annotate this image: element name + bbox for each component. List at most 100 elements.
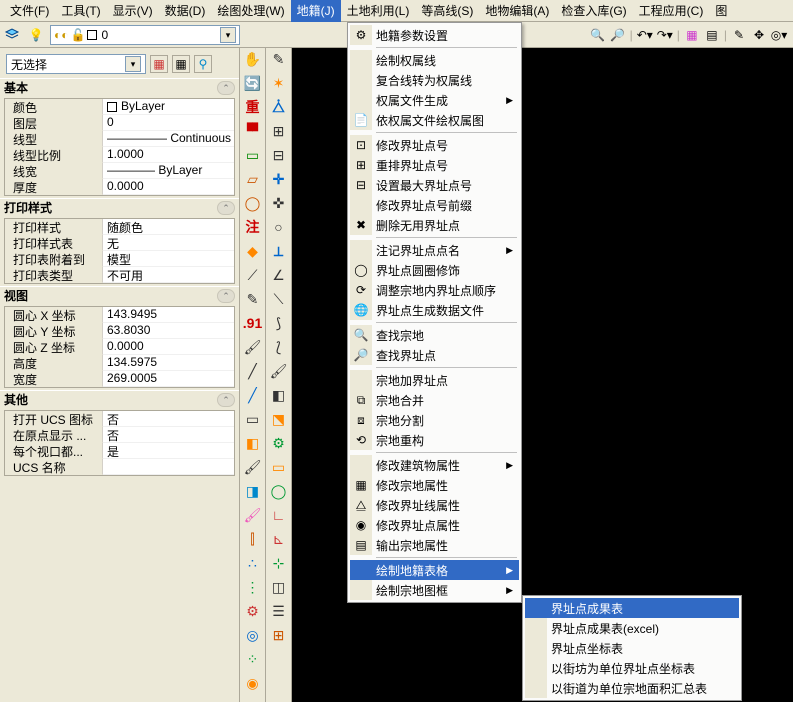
- property-value[interactable]: 0: [103, 115, 234, 131]
- shape2-icon[interactable]: ⬔: [270, 410, 288, 428]
- grid-icon[interactable]: ▤: [704, 27, 720, 43]
- select-objects-icon[interactable]: ▦: [172, 55, 190, 73]
- menu-item[interactable]: 📄依权属文件绘权属图: [350, 110, 519, 130]
- menu-item[interactable]: ⧈宗地分割: [350, 410, 519, 430]
- property-value[interactable]: ByLayer: [103, 99, 234, 115]
- pick-icon[interactable]: ⫿: [244, 530, 262, 548]
- property-value[interactable]: 1.0000: [103, 147, 234, 163]
- property-value[interactable]: 134.5975: [103, 355, 234, 371]
- axis-icon[interactable]: ∟: [270, 506, 288, 524]
- menu-item[interactable]: ⊡修改界址点号: [350, 135, 519, 155]
- zoom-in-icon[interactable]: 🔍: [590, 27, 606, 43]
- submenu-item[interactable]: 以街坊为单位界址点坐标表: [525, 658, 739, 678]
- axis2-icon[interactable]: ⊾: [270, 530, 288, 548]
- swatch-icon[interactable]: ◨: [244, 482, 262, 500]
- cross2-icon[interactable]: ✜: [270, 194, 288, 212]
- menu-item[interactable]: 宗地加界址点: [350, 370, 519, 390]
- layers-icon[interactable]: [4, 27, 20, 43]
- mark2-icon[interactable]: ▝▘: [244, 122, 262, 140]
- bars-icon[interactable]: ☰: [270, 602, 288, 620]
- chevron-down-icon[interactable]: ▾: [220, 27, 236, 43]
- property-value[interactable]: 63.8030: [103, 323, 234, 339]
- gear2-icon[interactable]: ⚙: [244, 602, 262, 620]
- dots2-icon[interactable]: ⋮: [244, 578, 262, 596]
- property-value[interactable]: 269.0005: [103, 371, 234, 387]
- menu-item[interactable]: 注记界址点点名▶: [350, 240, 519, 260]
- color-icon[interactable]: ◧: [244, 434, 262, 452]
- menu-item[interactable]: ✖删除无用界址点: [350, 215, 519, 235]
- pencil2-icon[interactable]: ✎: [270, 50, 288, 68]
- filter-icon[interactable]: ⚲: [194, 55, 212, 73]
- cross-icon[interactable]: ✛: [270, 170, 288, 188]
- brush-icon[interactable]: 🖌: [244, 338, 262, 356]
- property-row[interactable]: 高度134.5975: [5, 355, 234, 371]
- menu-item[interactable]: 绘制地籍表格▶: [350, 560, 519, 580]
- circle-icon[interactable]: ◯: [244, 194, 262, 212]
- quick-select-icon[interactable]: ▦: [150, 55, 168, 73]
- dash-icon[interactable]: ⟍: [270, 290, 288, 308]
- line-icon[interactable]: ╱: [244, 362, 262, 380]
- submenu-item[interactable]: 以街道为单位宗地面积汇总表: [525, 678, 739, 698]
- brush4-icon[interactable]: 🖌: [270, 362, 288, 380]
- group-view-header[interactable]: 视图⌃: [0, 286, 239, 304]
- menu-eng[interactable]: 工程应用(C): [633, 0, 710, 22]
- property-row[interactable]: 线型比例1.0000: [5, 147, 234, 163]
- property-row[interactable]: 线宽———— ByLayer: [5, 163, 234, 179]
- menu-item[interactable]: 绘制权属线: [350, 50, 519, 70]
- menu-item[interactable]: ◉修改界址点属性: [350, 515, 519, 535]
- menu-item[interactable]: ⊞重排界址点号: [350, 155, 519, 175]
- menu-item[interactable]: ⟳调整宗地内界址点顺序: [350, 280, 519, 300]
- tree-icon[interactable]: ⊹: [270, 554, 288, 572]
- submenu-item[interactable]: 界址点坐标表: [525, 638, 739, 658]
- property-value[interactable]: 不可用: [103, 267, 234, 283]
- menu-tools[interactable]: 工具(T): [55, 0, 106, 22]
- property-value[interactable]: 模型: [103, 251, 234, 267]
- property-row[interactable]: 图层0: [5, 115, 234, 131]
- menu-item[interactable]: ⧉宗地合并: [350, 390, 519, 410]
- ptA-icon[interactable]: ⟂: [270, 242, 288, 260]
- bulb-icon[interactable]: 💡: [28, 27, 44, 43]
- property-value[interactable]: [103, 459, 234, 475]
- property-row[interactable]: 打开 UCS 图标否: [5, 411, 234, 427]
- scale-icon[interactable]: .91: [244, 314, 262, 332]
- menu-item[interactable]: 修改界址点号前缀: [350, 195, 519, 215]
- property-row[interactable]: UCS 名称: [5, 459, 234, 475]
- collapse-icon[interactable]: ⌃: [217, 289, 235, 303]
- gift-icon[interactable]: ⊞: [270, 626, 288, 644]
- menu-item[interactable]: 🔎查找界址点: [350, 345, 519, 365]
- property-row[interactable]: 圆心 Y 坐标63.8030: [5, 323, 234, 339]
- property-row[interactable]: 线型————— Continuous: [5, 131, 234, 147]
- target-icon[interactable]: ◎▾: [771, 27, 787, 43]
- collapse-icon[interactable]: ⌃: [217, 81, 235, 95]
- hand-icon[interactable]: ✋: [244, 50, 262, 68]
- menu-item[interactable]: ⟲宗地重构: [350, 430, 519, 450]
- property-row[interactable]: 圆心 X 坐标143.9495: [5, 307, 234, 323]
- menu-cadastre[interactable]: 地籍(J): [291, 0, 341, 22]
- cog-icon[interactable]: ⚙: [270, 434, 288, 452]
- selection-combo[interactable]: 无选择 ▾: [6, 54, 146, 74]
- target2-icon[interactable]: ◉: [244, 674, 262, 692]
- rings-icon[interactable]: ◎: [244, 626, 262, 644]
- redo-icon[interactable]: ↷▾: [657, 27, 673, 43]
- submenu-item[interactable]: 界址点成果表: [525, 598, 739, 618]
- rect-icon[interactable]: ▭: [244, 146, 262, 164]
- property-value[interactable]: ———— ByLayer: [103, 163, 234, 179]
- angle-icon[interactable]: ∠: [270, 266, 288, 284]
- rotate-icon[interactable]: 🔄: [244, 74, 262, 92]
- arr2-icon[interactable]: ⊟: [270, 146, 288, 164]
- menu-display[interactable]: 显示(V): [107, 0, 159, 22]
- property-value[interactable]: 0.0000: [103, 179, 234, 195]
- property-value[interactable]: ————— Continuous: [103, 131, 234, 147]
- property-row[interactable]: 打印样式随颜色: [5, 219, 234, 235]
- move-icon[interactable]: ✥: [751, 27, 767, 43]
- property-row[interactable]: 每个视口都...是: [5, 443, 234, 459]
- menu-item[interactable]: ⊟设置最大界址点号: [350, 175, 519, 195]
- collapse-icon[interactable]: ⌃: [217, 201, 235, 215]
- layer-combo[interactable]: ◐◐🔓 0 ▾: [50, 25, 240, 45]
- property-row[interactable]: 打印表附着到模型: [5, 251, 234, 267]
- menu-fig[interactable]: 图: [709, 0, 733, 22]
- mark-icon[interactable]: 重: [244, 98, 262, 116]
- menu-check[interactable]: 检查入库(G): [555, 0, 632, 22]
- submenu-item[interactable]: 界址点成果表(excel): [525, 618, 739, 638]
- group-print-header[interactable]: 打印样式⌃: [0, 198, 239, 216]
